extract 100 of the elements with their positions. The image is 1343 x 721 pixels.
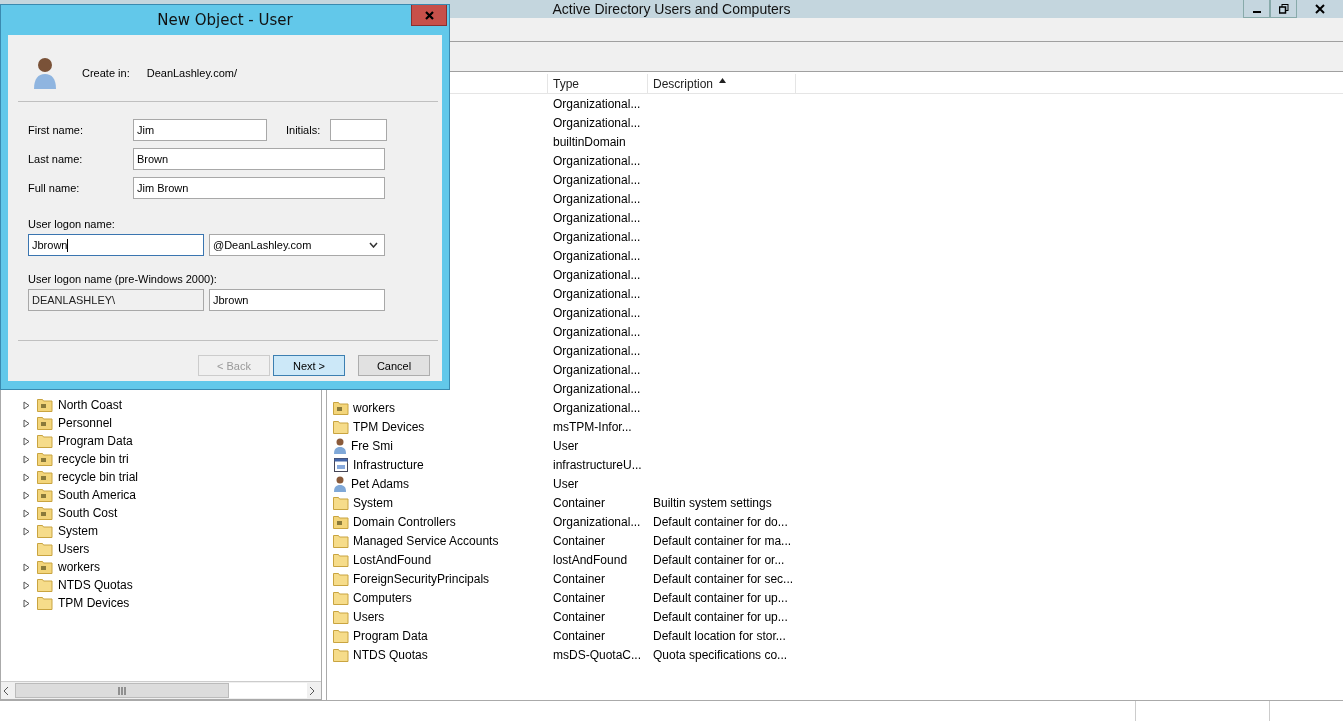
dialog-button[interactable]: Cancel [358, 355, 430, 376]
folder-icon [37, 488, 53, 502]
table-cell: Default container for ma... [653, 533, 792, 548]
folder-icon [333, 609, 349, 624]
table-cell: lostAndFound [553, 552, 628, 567]
table-cell[interactable]: Computers [353, 590, 412, 605]
chevron-down-icon [369, 242, 378, 248]
table-cell: Default container for do... [653, 514, 788, 529]
expand-arrow-icon[interactable] [23, 418, 30, 428]
table-cell: msDS-QuotaC... [553, 647, 642, 662]
field-label: Last name: [28, 152, 84, 165]
tree-item[interactable]: workers [57, 560, 100, 574]
expand-arrow-icon[interactable] [23, 472, 30, 482]
close-icon [424, 10, 434, 20]
restore-button[interactable] [1270, 0, 1297, 18]
expand-arrow-icon[interactable] [23, 508, 30, 518]
table-cell: Container [553, 495, 606, 510]
table-cell: Organizational... [553, 115, 641, 130]
table-cell: Organizational... [553, 305, 641, 320]
table-cell: Builtin system settings [653, 495, 772, 510]
domain-dropdown[interactable]: @DeanLashley.com [209, 234, 385, 256]
tree-item[interactable]: TPM Devices [57, 596, 130, 610]
table-cell: Organizational... [553, 381, 641, 396]
folder-icon [37, 578, 53, 592]
tree-item[interactable]: recycle bin tri [57, 452, 129, 466]
first-name-field[interactable]: Jim [133, 118, 267, 141]
table-cell[interactable]: Program Data [353, 628, 428, 643]
table-cell[interactable]: Managed Service Accounts [353, 533, 499, 548]
table-cell[interactable]: Users [353, 609, 385, 624]
table-cell: Default container for up... [653, 609, 788, 624]
table-cell[interactable]: workers [353, 400, 395, 415]
tree-item[interactable]: North Coast [57, 398, 123, 412]
table-cell: Organizational... [553, 229, 641, 244]
folder-icon [333, 514, 349, 529]
table-cell: Organizational... [553, 172, 641, 187]
table-cell[interactable]: NTDS Quotas [353, 647, 428, 662]
table-cell: Container [553, 590, 606, 605]
table-cell[interactable]: System [353, 495, 393, 510]
expand-arrow-icon[interactable] [23, 454, 30, 464]
initials-field[interactable] [330, 118, 388, 141]
pre-windows-logon-field[interactable]: Jbrown [209, 289, 385, 311]
table-cell: Organizational... [553, 153, 641, 168]
folder-icon [37, 524, 53, 538]
table-cell: Default location for stor... [653, 628, 786, 643]
tree-item[interactable]: recycle bin trial [57, 470, 139, 484]
expand-arrow-icon[interactable] [23, 436, 30, 446]
folder-icon [37, 596, 53, 610]
tree-item[interactable]: Users [57, 542, 90, 556]
tree-item[interactable]: Personnel [57, 416, 113, 430]
table-cell: infrastructureU... [553, 457, 642, 472]
expand-arrow-icon[interactable] [23, 562, 30, 572]
folder-icon [333, 590, 349, 605]
tree-item[interactable]: South America [57, 488, 137, 502]
table-cell: User [553, 438, 579, 453]
folder-icon [37, 542, 53, 556]
table-cell: Organizational... [553, 191, 641, 206]
grip-icon [118, 686, 126, 695]
column-header[interactable]: Type [548, 74, 648, 93]
restore-icon [1278, 3, 1289, 14]
table-cell[interactable]: LostAndFound [353, 552, 432, 567]
last-name-field[interactable]: Brown [133, 147, 385, 170]
folder-icon [37, 434, 53, 448]
tree-item[interactable]: South Cost [57, 506, 118, 520]
table-cell: Organizational... [553, 248, 641, 263]
expand-arrow-icon[interactable] [23, 526, 30, 536]
table-cell: Default container for or... [653, 552, 785, 567]
scroll-thumb[interactable] [15, 683, 229, 698]
tree-item[interactable]: NTDS Quotas [57, 578, 133, 592]
table-cell: Organizational... [553, 343, 641, 358]
table-cell: Default container for up... [653, 590, 788, 605]
field-label: Initials: [286, 123, 321, 136]
expand-arrow-icon[interactable] [23, 598, 30, 608]
field-label: User logon name: [28, 218, 116, 232]
table-cell[interactable]: Domain Controllers [353, 514, 456, 529]
field-label: User logon name (pre-Windows 2000): [28, 273, 218, 287]
expand-arrow-icon[interactable] [23, 490, 30, 500]
field-label: First name: [28, 123, 84, 136]
table-cell[interactable]: TPM Devices [353, 419, 425, 434]
column-header[interactable]: Description [648, 74, 796, 93]
table-cell: Organizational... [553, 324, 641, 339]
folder-icon [37, 470, 53, 484]
tree-item[interactable]: System [57, 524, 98, 538]
table-cell[interactable]: Infrastructure [353, 457, 424, 472]
folder-icon [333, 419, 349, 434]
window-icon [333, 456, 349, 473]
minimize-button[interactable] [1243, 0, 1270, 18]
table-cell[interactable]: Pet Adams [351, 476, 410, 491]
table-cell[interactable]: ForeignSecurityPrincipals [353, 571, 490, 586]
logon-name-field[interactable]: Jbrown [28, 234, 204, 256]
table-cell: Organizational... [553, 96, 641, 111]
dialog-title: New Object - User [157, 11, 293, 29]
table-cell: Container [553, 571, 606, 586]
expand-arrow-icon[interactable] [23, 400, 30, 410]
full-name-field[interactable]: Jim Brown [133, 176, 385, 199]
create-in-path: DeanLashley.com/ [146, 67, 237, 79]
dialog-button[interactable]: Next > [273, 355, 345, 376]
tree-item[interactable]: Program Data [57, 434, 133, 448]
expand-arrow-icon[interactable] [23, 580, 30, 590]
table-cell[interactable]: Fre Smi [351, 438, 393, 453]
horizontal-scrollbar[interactable] [1, 681, 321, 699]
